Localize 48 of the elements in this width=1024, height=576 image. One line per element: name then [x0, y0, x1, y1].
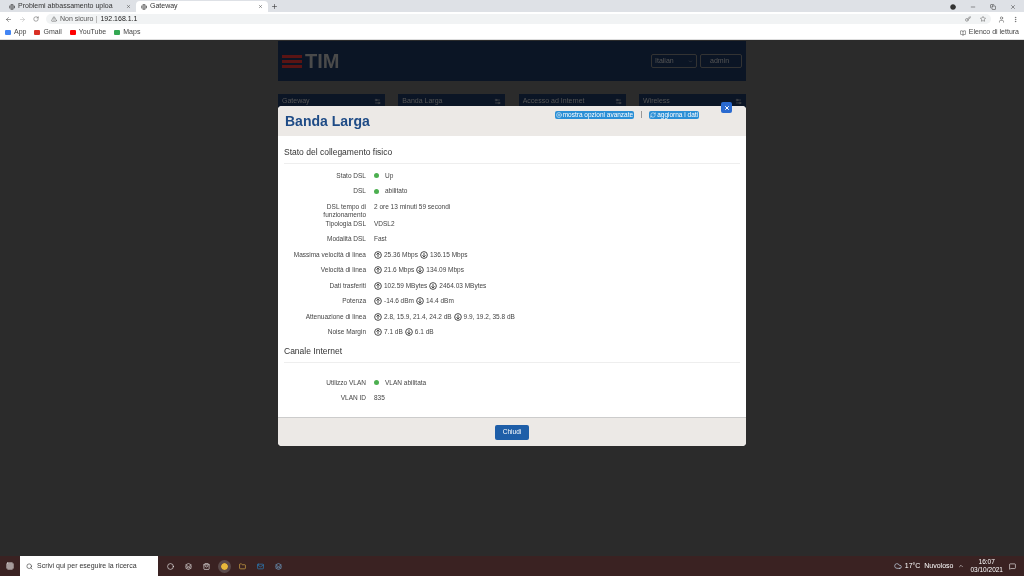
bookmark-icon	[5, 30, 11, 35]
upload-arrow-icon	[374, 297, 382, 306]
browser-icon[interactable]	[221, 562, 228, 570]
search-icon	[26, 562, 33, 570]
download-arrow-icon	[404, 328, 413, 337]
profile-icon[interactable]	[998, 15, 1005, 23]
stack-icon[interactable]	[185, 562, 192, 570]
folder-icon[interactable]	[239, 562, 246, 570]
modal-title: Banda Larga	[285, 111, 370, 131]
key-icon[interactable]	[965, 16, 971, 22]
download-arrow-icon	[429, 281, 438, 290]
refresh-icon	[650, 111, 657, 118]
cloud-icon	[893, 562, 902, 570]
book-icon	[959, 29, 966, 36]
bookmark-icon	[34, 30, 41, 35]
upload-arrow-icon	[374, 328, 382, 337]
bag-icon[interactable]	[203, 562, 210, 570]
bookmark-icon	[114, 30, 121, 35]
upload-arrow-icon	[374, 250, 382, 259]
bookmark-icon	[69, 30, 76, 35]
warning-icon	[51, 16, 57, 22]
task-view-icon[interactable]	[167, 562, 174, 570]
download-arrow-icon	[416, 297, 424, 306]
download-arrow-icon	[453, 312, 462, 321]
download-arrow-icon	[416, 266, 425, 275]
new-tab-icon[interactable]	[271, 3, 278, 10]
close-icon[interactable]	[258, 4, 263, 9]
upload-arrow-icon	[374, 266, 382, 275]
close-icon	[723, 104, 730, 111]
download-arrow-icon	[419, 250, 428, 259]
upload-arrow-icon	[374, 281, 382, 290]
logo-text: TIM	[305, 51, 340, 71]
close-icon[interactable]	[126, 4, 131, 9]
circle-icon[interactable]	[950, 4, 956, 10]
notification-icon[interactable]	[1009, 562, 1016, 570]
restore-icon[interactable]	[990, 4, 996, 10]
app-icon[interactable]	[275, 562, 282, 570]
chevron-icon[interactable]	[958, 563, 965, 569]
close-icon[interactable]	[1010, 4, 1016, 10]
star-icon[interactable]	[980, 16, 986, 22]
plus-icon	[555, 111, 562, 118]
upload-arrow-icon	[374, 312, 382, 321]
back-icon[interactable]	[5, 15, 12, 23]
reload-icon[interactable]	[33, 16, 39, 22]
close-button[interactable]	[721, 102, 732, 113]
section-title: Stato del collegamento fisico	[284, 146, 740, 164]
section-title: Canale Internet	[284, 344, 740, 363]
mail-icon[interactable]	[257, 562, 264, 570]
